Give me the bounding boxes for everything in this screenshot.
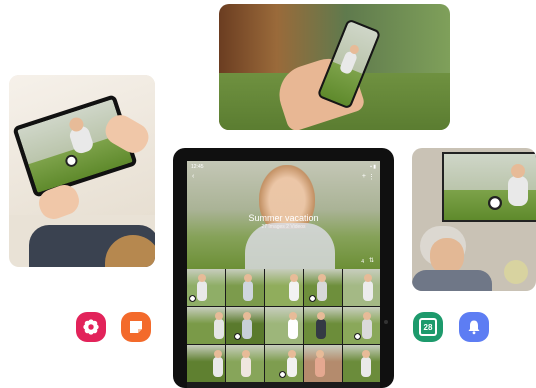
photo-thumbnail[interactable] (265, 345, 303, 382)
promo-image-tv-grandma (412, 148, 536, 291)
soccer-ball (234, 333, 241, 340)
note-page-icon (130, 321, 142, 333)
photo-subject-head (317, 312, 325, 320)
photo-subject-head (363, 312, 371, 320)
plus-icon[interactable]: + (362, 173, 366, 180)
photo-thumbnail[interactable] (226, 345, 264, 382)
status-icons: ▪ ▮ (370, 164, 376, 170)
photo-thumbnail[interactable] (226, 269, 264, 306)
photo-subject-head (316, 350, 324, 358)
photo-thumbnail[interactable] (343, 345, 380, 382)
photo-subject-head (364, 274, 372, 282)
soccer-ball (189, 295, 196, 302)
photo-subject-head (318, 274, 326, 282)
reminder-app-icon[interactable] (459, 312, 489, 342)
photo-subject (213, 357, 223, 377)
photo-thumbnail[interactable] (343, 269, 380, 306)
photo-subject-head (243, 312, 251, 320)
photo-subject (241, 357, 251, 377)
photo-thumbnail[interactable] (304, 307, 342, 344)
photo-subject-head (244, 274, 252, 282)
photo-thumbnail[interactable] (226, 307, 264, 344)
back-arrow-icon[interactable]: ‹ (192, 173, 194, 180)
photo-subject-head (242, 350, 250, 358)
album-cover: 12:45 ▪ ▮ ‹ + ⋮ Summer vacation 27 Image… (187, 161, 380, 269)
photo-subject (362, 319, 372, 339)
photo-thumbnail[interactable] (304, 345, 342, 382)
photo-subject-head (288, 350, 296, 358)
soccer-ball (309, 295, 316, 302)
tv-screen (444, 154, 536, 220)
photo-thumbnail[interactable] (187, 269, 225, 306)
main-tablet: 12:45 ▪ ▮ ‹ + ⋮ Summer vacation 27 Image… (173, 148, 394, 388)
soccer-ball (354, 333, 361, 340)
bell-icon (468, 320, 480, 335)
promo-image-hand-phone (219, 4, 450, 130)
calendar-date-label: 28 (419, 318, 437, 336)
photo-grid (187, 269, 380, 382)
sort-icon[interactable]: ⇅ (369, 257, 374, 264)
tv (442, 152, 536, 222)
gallery-album-screen: 12:45 ▪ ▮ ‹ + ⋮ Summer vacation 27 Image… (187, 161, 380, 388)
album-title: Summer vacation (248, 213, 319, 223)
photo-subject (316, 319, 326, 339)
photo-subject (242, 319, 252, 339)
notes-app-icon[interactable] (121, 312, 151, 342)
grandmother-body (412, 270, 492, 291)
photo-subject-head (215, 312, 223, 320)
photo-subject (243, 281, 253, 301)
status-time: 12:45 (191, 164, 204, 170)
camera-dot (384, 320, 388, 324)
grandmother-face (430, 238, 464, 274)
more-vertical-icon[interactable]: ⋮ (368, 173, 375, 181)
flower-vase (504, 260, 528, 284)
photo-subject (363, 281, 373, 301)
photo-subject-head (290, 274, 298, 282)
photo-thumbnail[interactable] (187, 345, 225, 382)
flower-icon (83, 319, 99, 335)
photo-subject (287, 357, 297, 377)
photo-subject (315, 357, 325, 377)
album-subtitle: 27 Images 2 Videos (261, 224, 306, 230)
promo-image-lap-tablet (9, 75, 155, 267)
photo-subject-head (214, 350, 222, 358)
calendar-app-icon[interactable]: 28 (413, 312, 443, 342)
photo-thumbnail[interactable] (343, 307, 380, 344)
photo-subject-head (289, 312, 297, 320)
photo-subject-head (198, 274, 206, 282)
photo-subject (289, 281, 299, 301)
photo-subject-head (362, 350, 370, 358)
photo-subject (197, 281, 207, 301)
photo-subject (361, 357, 371, 377)
photo-subject (214, 319, 224, 339)
photo-thumbnail[interactable] (265, 269, 303, 306)
gallery-app-icon[interactable] (76, 312, 106, 342)
photo-subject (288, 319, 298, 339)
photo-subject (317, 281, 327, 301)
soccer-ball (279, 371, 286, 378)
photo-thumbnail[interactable] (265, 307, 303, 344)
photo-thumbnail[interactable] (187, 307, 225, 344)
photo-thumbnail[interactable] (304, 269, 342, 306)
count-label: 4 (361, 259, 364, 265)
